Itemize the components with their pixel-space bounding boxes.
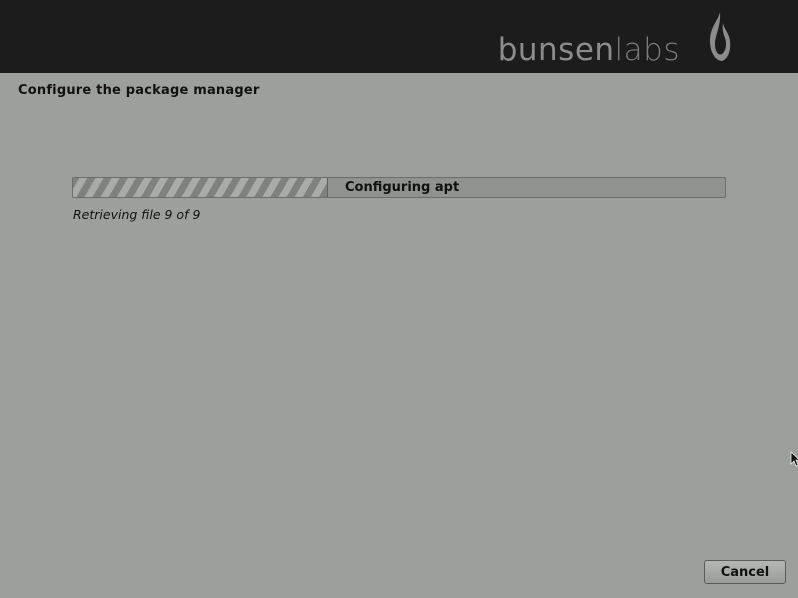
brand-name-light: labs: [614, 32, 680, 68]
brand-logo-text: bunsenlabs: [498, 30, 680, 70]
progress-status-text: Retrieving file 9 of 9: [73, 207, 201, 222]
progress-bar-fill: [73, 178, 329, 197]
flame-icon: [710, 12, 731, 61]
brand-name-bold: bunsen: [497, 32, 615, 68]
progress-label: Configuring apt: [345, 180, 460, 195]
page-title: Configure the package manager: [18, 83, 260, 98]
cancel-button[interactable]: Cancel: [704, 560, 786, 584]
progress-bar: Configuring apt: [72, 177, 726, 198]
mouse-cursor-icon: [790, 451, 798, 467]
header-banner: bunsenlabs: [0, 0, 798, 73]
